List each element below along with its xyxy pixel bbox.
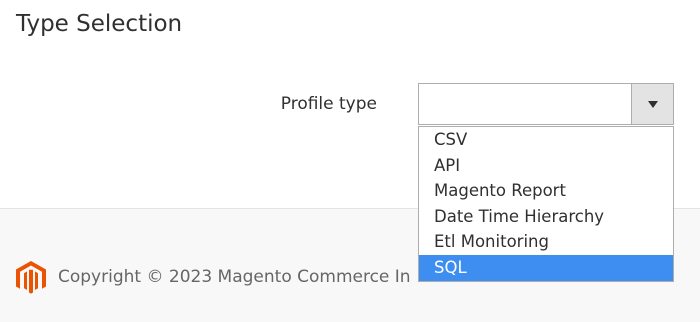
select-toggle-button[interactable] (631, 84, 673, 124)
chevron-down-icon (648, 101, 658, 108)
profile-type-select[interactable] (418, 83, 674, 125)
section-title: Type Selection (16, 11, 183, 37)
footer-copyright: Copyright © 2023 Magento Commerce In (58, 267, 411, 287)
dropdown-option[interactable]: API (419, 153, 673, 179)
magento-logo-icon (16, 261, 46, 294)
dropdown-option[interactable]: Magento Report (419, 178, 673, 204)
dropdown-option[interactable]: SQL (419, 254, 673, 281)
profile-type-label: Profile type (280, 94, 377, 114)
dropdown-option[interactable]: Etl Monitoring (419, 229, 673, 255)
dropdown-option[interactable]: Date Time Hierarchy (419, 204, 673, 230)
dropdown-option[interactable]: CSV (419, 127, 673, 153)
profile-type-dropdown[interactable]: CSV API Magento Report Date Time Hierarchy E… (418, 126, 674, 282)
